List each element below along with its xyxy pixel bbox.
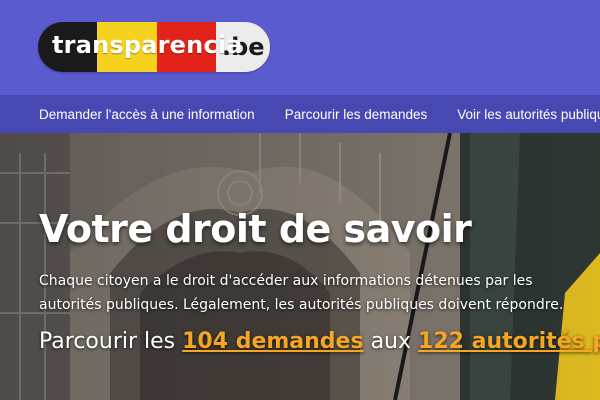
hero-title: Votre droit de savoir — [39, 207, 472, 251]
cta-middle: aux — [363, 329, 419, 354]
requests-count-link[interactable]: 104 demandes — [182, 329, 363, 354]
cta-prefix: Parcourir les — [39, 329, 183, 354]
belgian-flag-logo-band: transparencia — [38, 22, 243, 72]
hero-banner: Votre droit de savoir Chaque citoyen a l… — [0, 133, 600, 400]
nav-browse-requests[interactable]: Parcourir les demandes — [285, 107, 428, 122]
main-navigation: Demander l'accès à une information Parco… — [0, 95, 600, 133]
authorities-count-link[interactable]: 122 autorités publiques — [418, 329, 600, 354]
logo-name: transparencia — [52, 31, 243, 59]
hero-intro-text: Chaque citoyen a le droit d'accéder aux … — [39, 273, 564, 313]
site-logo[interactable]: transparencia .be — [38, 22, 270, 72]
site-header: transparencia .be — [0, 0, 600, 95]
nav-request-information[interactable]: Demander l'accès à une information — [39, 107, 255, 122]
nav-view-authorities[interactable]: Voir les autorités publiques — [457, 107, 600, 122]
hero-browse-summary: Parcourir les 104 demandes aux 122 autor… — [39, 329, 600, 354]
